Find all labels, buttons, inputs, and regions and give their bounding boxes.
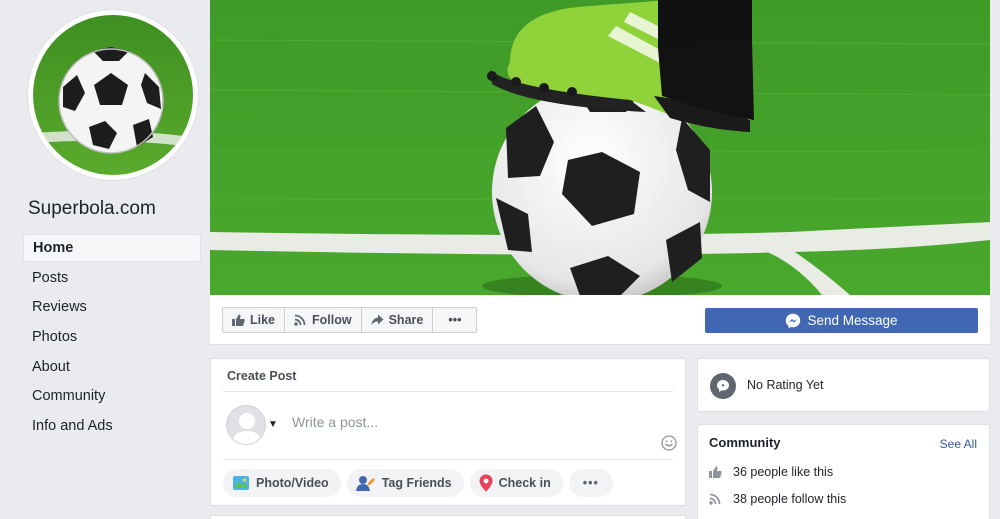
user-avatar[interactable] [226,405,266,445]
nav-item-photos[interactable]: Photos [23,323,201,351]
create-post-title: Create Post [227,369,297,383]
community-title: Community [709,435,781,450]
send-message-button[interactable]: Send Message [705,308,978,333]
more-icon: ••• [448,313,462,327]
rss-icon [294,314,306,326]
divider [223,391,673,392]
community-card: Community See All 36 people like this 38… [697,424,990,519]
nav-item-home[interactable]: Home [23,234,201,262]
create-post-card: Create Post ▼ Write a post... Photo/Vide… [210,358,686,506]
more-post-options-button[interactable]: ••• [568,469,613,497]
speech-bubble-icon [717,380,729,392]
smiley-icon [661,435,677,451]
see-all-link[interactable]: See All [940,437,977,451]
page-nav: Home Posts Reviews Photos About Communit… [23,234,201,442]
left-column: Superbola.com Home Posts Reviews Photos … [0,0,210,519]
follows-count-text: 38 people follow this [733,492,847,506]
follow-button[interactable]: Follow [285,308,362,332]
rss-icon [709,493,721,505]
rating-card: No Rating Yet [697,358,990,412]
share-button[interactable]: Share [362,308,434,332]
default-user-icon [232,413,262,444]
more-actions-button[interactable]: ••• [433,308,476,332]
nav-item-info-and-ads[interactable]: Info and Ads [23,412,201,440]
nav-item-community[interactable]: Community [23,382,201,410]
photo-icon [233,476,249,490]
create-post-actions: Photo/Video Tag Friends Check in ••• [223,469,613,497]
cover-photo[interactable] [210,0,990,295]
like-label: Like [250,313,276,327]
profile-picture[interactable] [28,10,198,180]
page-action-bar: Like Follow Share ••• Send Message [210,295,990,345]
location-pin-icon [479,474,493,492]
action-button-group: Like Follow Share ••• [222,307,478,333]
share-arrow-icon [371,314,384,325]
messenger-icon [786,313,801,328]
check-in-label: Check in [498,476,551,490]
rating-text: No Rating Yet [747,378,824,392]
share-label: Share [388,313,424,327]
like-button[interactable]: Like [223,308,286,332]
community-likes-row: 36 people like this [709,465,833,479]
check-in-button[interactable]: Check in [469,469,563,497]
cover-image-soccer [210,0,990,295]
next-card-stub [210,515,686,519]
photo-video-label: Photo/Video [256,476,329,490]
send-message-label: Send Message [807,313,898,328]
soccer-ball-avatar-image [33,15,193,175]
nav-item-about[interactable]: About [23,353,201,381]
divider [223,459,673,460]
more-icon: ••• [582,476,599,490]
follow-label: Follow [312,313,352,327]
post-as-caret-icon[interactable]: ▼ [268,419,278,430]
tag-friends-button[interactable]: Tag Friends [346,469,464,497]
page-name[interactable]: Superbola.com [28,198,156,220]
nav-item-posts[interactable]: Posts [23,264,201,292]
thumbs-up-icon [709,466,722,478]
photo-video-button[interactable]: Photo/Video [223,469,341,497]
review-bubble-icon [710,373,736,399]
write-post-input[interactable]: Write a post... [292,414,378,430]
tag-friends-label: Tag Friends [381,476,452,490]
emoji-icon[interactable] [661,435,677,454]
community-follows-row: 38 people follow this [709,492,846,506]
thumbs-up-icon [232,314,245,326]
tag-friends-icon [355,476,375,491]
likes-count-text: 36 people like this [733,465,834,479]
nav-item-reviews[interactable]: Reviews [23,293,201,321]
